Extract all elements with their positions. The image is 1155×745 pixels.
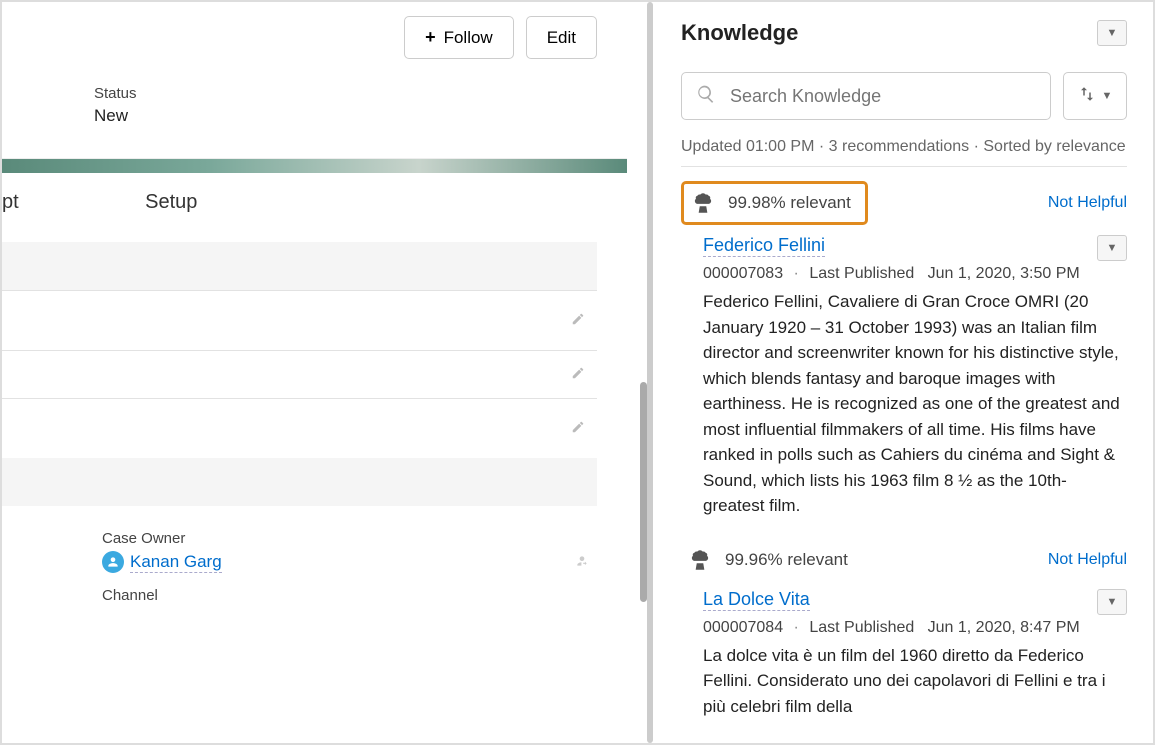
article-menu-button[interactable]: ▼ — [1097, 235, 1127, 261]
knowledge-search-input[interactable] — [730, 86, 1036, 107]
panel-divider[interactable] — [627, 2, 663, 743]
avatar-icon — [102, 551, 124, 573]
sort-button[interactable]: ▼ — [1063, 72, 1127, 120]
banner-strip — [2, 159, 627, 173]
not-helpful-link[interactable]: Not Helpful — [1048, 551, 1127, 569]
pencil-icon[interactable] — [571, 366, 585, 383]
chevron-down-icon: ▼ — [1102, 90, 1113, 102]
relevance-badge: 99.96% relevant — [681, 541, 862, 579]
tab-cutoff[interactable]: pt — [2, 191, 19, 214]
case-header: + Follow Edit Status New — [2, 2, 627, 159]
article-title-link[interactable]: Federico Fellini — [703, 235, 825, 257]
case-owner-label: Case Owner — [102, 530, 597, 547]
scrollbar-thumb[interactable] — [640, 382, 647, 602]
einstein-icon — [690, 190, 716, 216]
knowledge-meta: Updated 01:00 PM · 3 recommendations · S… — [681, 138, 1127, 156]
change-owner-icon[interactable] — [575, 554, 597, 571]
not-helpful-link[interactable]: Not Helpful — [1048, 194, 1127, 212]
article-menu-button[interactable]: ▼ — [1097, 589, 1127, 615]
edit-label: Edit — [547, 28, 576, 48]
edit-button[interactable]: Edit — [526, 16, 597, 59]
knowledge-article: 99.98% relevant Not Helpful Federico Fel… — [681, 181, 1127, 519]
field-row[interactable] — [2, 242, 597, 290]
knowledge-panel: Knowledge ▼ ▼ Updated 01:00 PM · 3 recom… — [663, 2, 1153, 743]
knowledge-title: Knowledge — [681, 20, 798, 46]
relevance-text: 99.98% relevant — [728, 193, 851, 213]
knowledge-article: 99.96% relevant Not Helpful La Dolce Vit… — [681, 541, 1127, 720]
field-row[interactable] — [2, 290, 597, 350]
article-meta: 000007084 · Last Published Jun 1, 2020, … — [703, 619, 1127, 637]
separator — [681, 166, 1127, 167]
status-label: Status — [94, 85, 607, 102]
relevance-text: 99.96% relevant — [725, 550, 848, 570]
case-owner-row: Kanan Garg — [102, 551, 597, 573]
article-meta: 000007083 · Last Published Jun 1, 2020, … — [703, 265, 1127, 283]
knowledge-search-box[interactable] — [681, 72, 1051, 120]
divider-bar — [647, 2, 653, 743]
pencil-icon[interactable] — [571, 420, 585, 437]
channel-label: Channel — [102, 587, 597, 604]
einstein-icon — [687, 547, 713, 573]
case-owner-link[interactable]: Kanan Garg — [130, 552, 222, 573]
article-published-label: Last Published — [809, 265, 914, 282]
case-owner-section: Case Owner Kanan Garg Channel — [2, 506, 627, 604]
knowledge-menu-button[interactable]: ▼ — [1097, 20, 1127, 46]
case-panel: + Follow Edit Status New pt Setup — [2, 2, 627, 743]
fields-area — [2, 214, 627, 506]
article-published-date: Jun 1, 2020, 3:50 PM — [928, 265, 1080, 282]
tab-setup[interactable]: Setup — [67, 191, 197, 214]
plus-icon: + — [425, 27, 436, 48]
pencil-icon[interactable] — [571, 312, 585, 329]
status-value: New — [94, 106, 607, 126]
article-id: 000007083 — [703, 265, 783, 282]
article-description: Federico Fellini, Cavaliere di Gran Croc… — [703, 289, 1127, 519]
article-description: La dolce vita è un film del 1960 diretto… — [703, 643, 1127, 720]
article-title-link[interactable]: La Dolce Vita — [703, 589, 810, 611]
follow-button[interactable]: + Follow — [404, 16, 514, 59]
tab-row: pt Setup — [2, 173, 627, 214]
article-published-label: Last Published — [809, 619, 914, 636]
article-published-date: Jun 1, 2020, 8:47 PM — [928, 619, 1080, 636]
search-icon — [696, 84, 716, 109]
follow-label: Follow — [444, 28, 493, 48]
status-block: Status New — [2, 59, 607, 144]
field-row[interactable] — [2, 398, 597, 458]
field-row[interactable] — [2, 458, 597, 506]
relevance-badge-highlighted: 99.98% relevant — [681, 181, 868, 225]
article-id: 000007084 — [703, 619, 783, 636]
field-row[interactable] — [2, 350, 597, 398]
sort-icon — [1078, 85, 1096, 108]
